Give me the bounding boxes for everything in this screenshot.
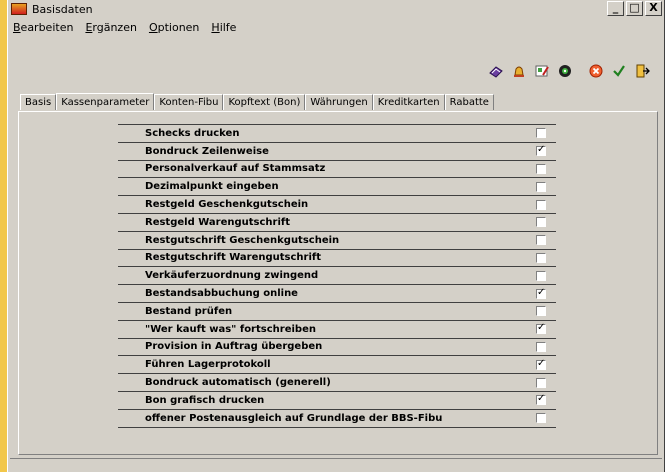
setting-checkbox[interactable]	[536, 306, 546, 317]
setting-label: Dezimalpunkt eingeben	[145, 181, 279, 193]
menu-optionen[interactable]: Optionen	[149, 21, 199, 34]
status-bar	[10, 458, 662, 469]
menu-bearbeiten[interactable]: Bearbeiten	[13, 21, 73, 34]
setting-checkbox[interactable]	[536, 322, 546, 335]
setting-row[interactable]: Restgutschrift Warengutschrift	[118, 249, 556, 268]
setting-row[interactable]: Provision in Auftrag übergeben	[118, 338, 556, 357]
setting-label: Bondruck Zeilenweise	[145, 145, 269, 157]
setting-row[interactable]: Restgutschrift Geschenkgutschein	[118, 231, 556, 250]
setting-label: Restgeld Warengutschrift	[145, 216, 291, 228]
setting-row[interactable]: Bondruck automatisch (generell)	[118, 374, 556, 392]
menu-bar: Bearbeiten Ergänzen Optionen Hilfe	[8, 18, 664, 36]
setting-row[interactable]: Bestand prüfen	[118, 302, 556, 321]
tab-konten-fibu[interactable]: Konten-Fibu	[154, 94, 224, 110]
setting-row[interactable]: Verkäuferzuordnung zwingend	[118, 267, 556, 286]
setting-row[interactable]: Bon grafisch drucken	[118, 391, 556, 410]
window-title: Basisdaten	[32, 2, 93, 16]
setting-checkbox[interactable]	[536, 235, 546, 246]
setting-checkbox[interactable]	[536, 270, 546, 281]
setting-checkbox[interactable]	[536, 163, 546, 174]
book-icon[interactable]	[488, 63, 504, 79]
setting-checkbox[interactable]	[536, 377, 546, 388]
setting-label: Restgeld Geschenkgutschein	[145, 199, 309, 211]
setting-row[interactable]: Bondruck Zeilenweise	[118, 142, 556, 161]
setting-checkbox[interactable]	[536, 217, 546, 228]
setting-checkbox[interactable]	[536, 358, 546, 370]
menu-hilfe[interactable]: Hilfe	[211, 21, 236, 34]
tab-waehrungen[interactable]: Währungen	[305, 94, 373, 110]
menu-ergaenzen[interactable]: Ergänzen	[85, 21, 137, 34]
setting-row[interactable]: Bestandsabbuchung online	[118, 285, 556, 303]
setting-label: "Wer kauft was" fortschreiben	[145, 323, 316, 335]
close-button[interactable]: X	[645, 1, 662, 16]
setting-label: Verkäuferzuordnung zwingend	[145, 270, 319, 282]
setting-label: Führen Lagerprotokoll	[145, 359, 271, 371]
cancel-icon[interactable]	[588, 63, 604, 79]
setting-row[interactable]: offener Postenausgleich auf Grundlage de…	[118, 409, 556, 428]
image-edit-icon[interactable]	[534, 63, 550, 79]
title-bar[interactable]: Basisdaten _ □ X	[8, 0, 664, 18]
setting-label: Personalverkauf auf Stammsatz	[145, 163, 326, 175]
setting-row[interactable]: Führen Lagerprotokoll	[118, 356, 556, 375]
setting-label: offener Postenausgleich auf Grundlage de…	[145, 412, 443, 424]
window-controls: _ □ X	[605, 1, 662, 16]
setting-row[interactable]: Personalverkauf auf Stammsatz	[118, 160, 556, 179]
setting-checkbox[interactable]	[536, 393, 546, 406]
exit-door-icon[interactable]	[634, 63, 650, 79]
minimize-button[interactable]: _	[607, 1, 624, 16]
setting-row[interactable]: Dezimalpunkt eingeben	[118, 178, 556, 197]
setting-label: Bon grafisch drucken	[145, 394, 265, 406]
setting-row[interactable]: Schecks drucken	[118, 125, 556, 143]
tab-rabatte[interactable]: Rabatte	[444, 94, 494, 110]
tab-kreditkarten[interactable]: Kreditkarten	[372, 94, 445, 110]
setting-checkbox[interactable]	[536, 341, 546, 352]
setting-checkbox[interactable]	[536, 181, 546, 192]
setting-row[interactable]: Restgeld Warengutschrift	[118, 213, 556, 232]
tab-basis[interactable]: Basis	[20, 94, 57, 110]
setting-row[interactable]: "Wer kauft was" fortschreiben	[118, 320, 556, 339]
app-icon	[11, 3, 27, 15]
maximize-button[interactable]: □	[626, 1, 643, 16]
setting-checkbox[interactable]	[536, 144, 546, 157]
tab-strip: Basis Kassenparameter Konten-Fibu Kopfte…	[20, 93, 494, 110]
setting-checkbox[interactable]	[536, 252, 546, 263]
checkmark-icon[interactable]	[611, 63, 627, 79]
setting-label: Bestand prüfen	[145, 305, 233, 317]
setting-checkbox[interactable]	[536, 413, 546, 424]
tab-kassenparameter[interactable]: Kassenparameter	[56, 93, 155, 110]
setting-checkbox[interactable]	[536, 199, 546, 210]
setting-label: Restgutschrift Geschenkgutschein	[145, 234, 340, 246]
setting-label: Restgutschrift Warengutschrift	[145, 252, 322, 264]
setting-row[interactable]: Restgeld Geschenkgutschein	[118, 196, 556, 214]
settings-grid: Schecks drucken Bondruck Zeilenweise Perso…	[118, 124, 556, 428]
tab-kopftext-bon[interactable]: Kopftext (Bon)	[223, 94, 306, 110]
setting-label: Schecks drucken	[145, 127, 240, 139]
setting-checkbox[interactable]	[536, 128, 546, 139]
bell-icon[interactable]	[511, 63, 527, 79]
setting-label: Provision in Auftrag übergeben	[145, 341, 323, 353]
toolbar	[488, 62, 650, 80]
setting-checkbox[interactable]	[536, 287, 546, 299]
setting-label: Bestandsabbuchung online	[145, 288, 298, 300]
record-icon[interactable]	[557, 63, 573, 79]
setting-label: Bondruck automatisch (generell)	[145, 377, 331, 389]
